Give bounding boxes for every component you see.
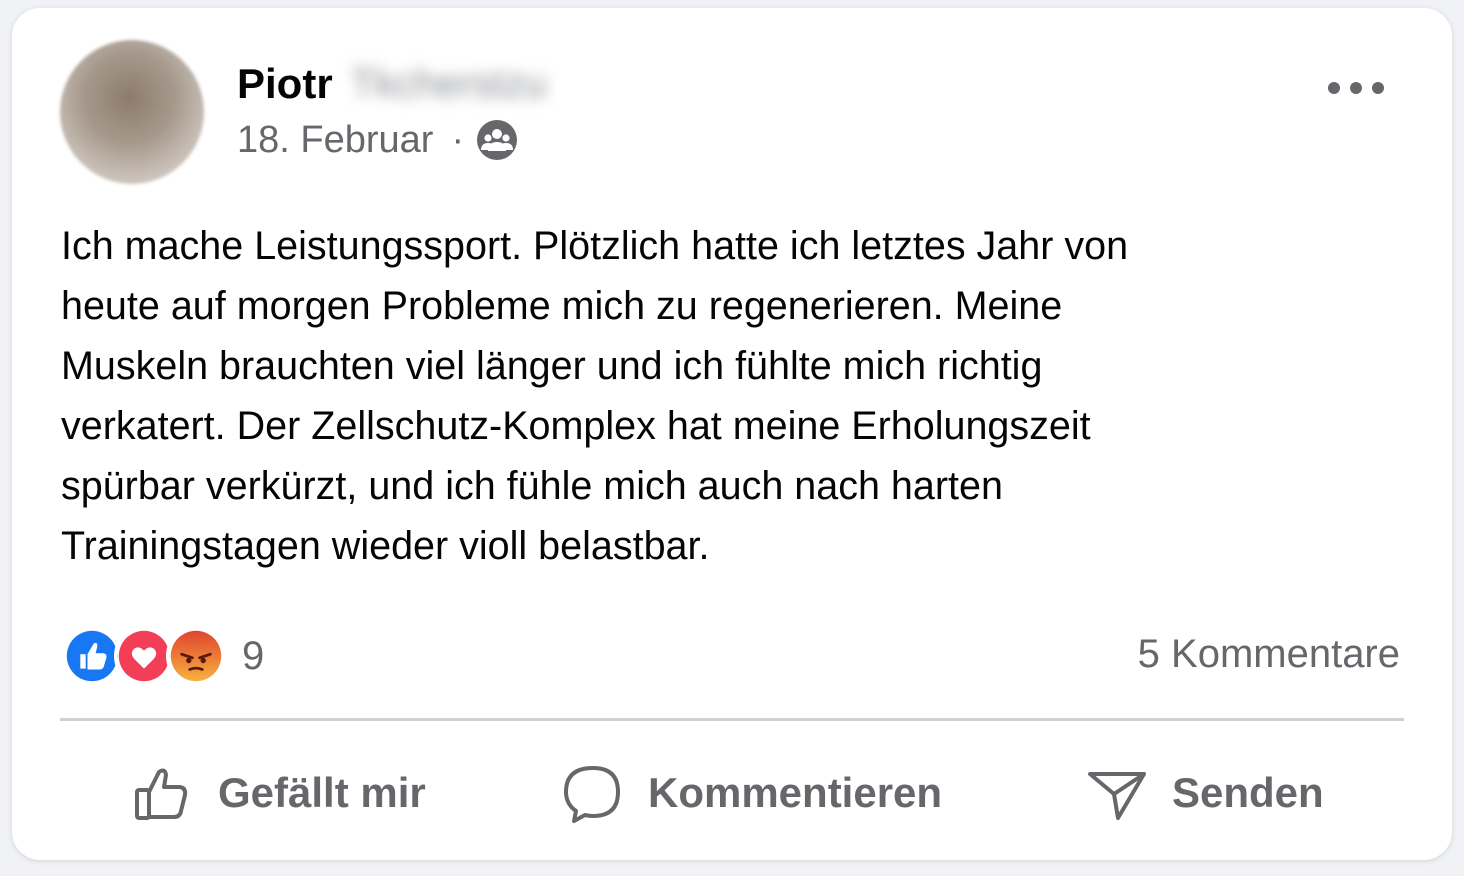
angry-reaction-icon (166, 626, 226, 686)
author-name[interactable]: Piotr Tkcherstzu (237, 60, 546, 108)
action-bar: Gefällt mir Kommentieren Senden (60, 748, 1404, 838)
post-card: Piotr Tkcherstzu 18. Februar · Ich mache… (12, 8, 1452, 860)
like-button-label: Gefällt mir (218, 769, 426, 816)
love-reaction-icon (114, 626, 174, 686)
post-meta: 18. Februar · (237, 118, 518, 162)
more-dot-icon (1372, 82, 1384, 94)
like-button[interactable]: Gefällt mir (130, 748, 426, 838)
divider (60, 718, 1404, 721)
like-reaction-icon (62, 626, 122, 686)
avatar[interactable] (60, 40, 204, 184)
meta-separator: · (451, 119, 465, 161)
post-body: Ich mache Leistungssport. Plötzlich hatt… (61, 224, 1129, 568)
author-first-name[interactable]: Piotr (237, 60, 333, 108)
post-date[interactable]: 18. Februar (237, 118, 433, 162)
send-button[interactable]: Senden (1084, 748, 1324, 838)
reactions-summary[interactable]: 9 (62, 626, 264, 686)
comment-bubble-icon (564, 766, 620, 823)
reaction-count[interactable]: 9 (242, 632, 264, 680)
send-button-label: Senden (1172, 769, 1324, 816)
comment-button-label: Kommentieren (648, 769, 943, 816)
author-last-name-blurred[interactable]: Tkcherstzu (351, 60, 547, 108)
send-icon (1088, 772, 1146, 820)
thumbs-up-icon (135, 768, 188, 820)
group-icon[interactable] (476, 119, 518, 161)
more-dot-icon (1350, 82, 1362, 94)
comment-button[interactable]: Kommentieren (560, 748, 942, 838)
more-dot-icon (1328, 82, 1340, 94)
comments-count-link[interactable]: 5 Kommentare (1138, 630, 1400, 678)
more-options-button[interactable] (1328, 76, 1384, 100)
